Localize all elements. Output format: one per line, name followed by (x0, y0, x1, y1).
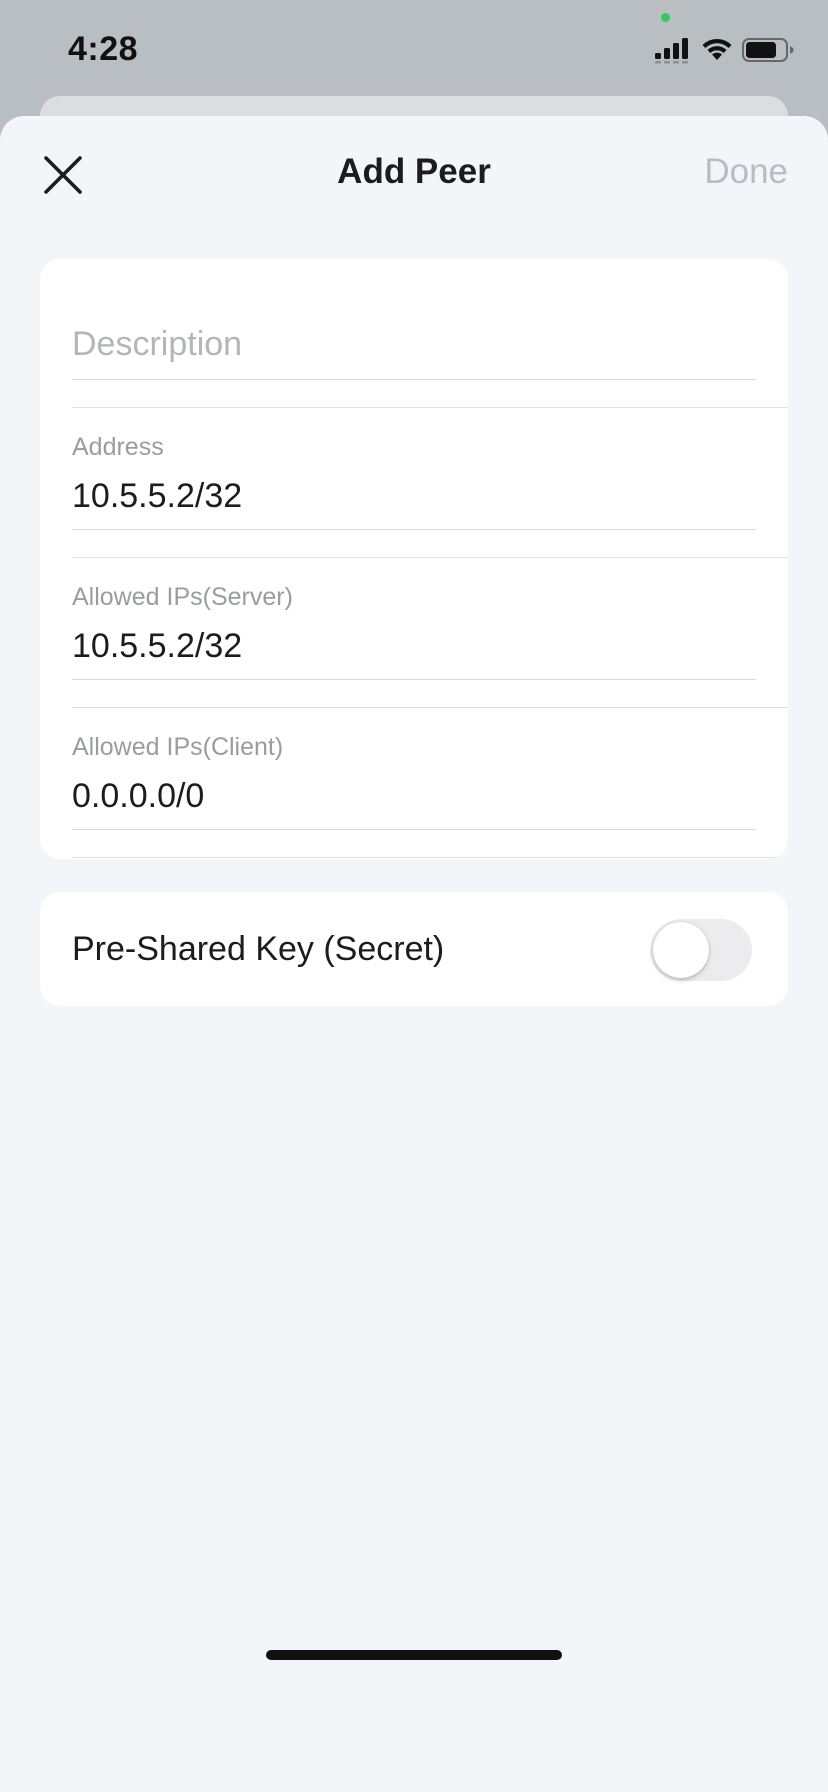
description-input[interactable] (72, 325, 756, 364)
status-bar: 4:28 (0, 0, 828, 96)
battery-icon (742, 38, 794, 62)
allowed-ips-client-underline (72, 829, 756, 830)
row-separator (72, 707, 788, 708)
description-underline (72, 379, 756, 380)
home-indicator[interactable] (266, 1650, 562, 1660)
pre-shared-key-label: Pre-Shared Key (Secret) (72, 930, 445, 968)
navigation-bar: Add Peer Done (0, 116, 828, 228)
pre-shared-key-card: Pre-Shared Key (Secret) (40, 892, 788, 1006)
done-button[interactable]: Done (704, 152, 788, 192)
address-field-row: Address 10.5.5.2/32 (40, 409, 788, 559)
wifi-icon (702, 38, 732, 60)
address-underline (72, 529, 756, 530)
status-time: 4:28 (68, 30, 139, 68)
allowed-ips-server-underline (72, 679, 756, 680)
row-separator (72, 407, 788, 408)
row-separator (72, 857, 788, 858)
pre-shared-key-toggle[interactable] (650, 919, 752, 981)
cellular-signal-icon (655, 38, 688, 64)
allowed-ips-server-input[interactable]: 10.5.5.2/32 (72, 627, 242, 666)
allowed-ips-server-label: Allowed IPs(Server) (72, 583, 293, 611)
toggle-knob (653, 922, 709, 978)
address-label: Address (72, 433, 164, 461)
allowed-ips-client-input[interactable]: 0.0.0.0/0 (72, 777, 204, 816)
allowed-ips-server-field-row: Allowed IPs(Server) 10.5.5.2/32 (40, 559, 788, 709)
row-separator (72, 557, 788, 558)
privacy-indicator-dot (661, 13, 670, 22)
allowed-ips-client-label: Allowed IPs(Client) (72, 733, 284, 761)
screen: 4:28 Add Peer Done Description Address 1… (0, 0, 828, 1792)
allowed-ips-client-field-row: Allowed IPs(Client) 0.0.0.0/0 (40, 709, 788, 859)
address-input[interactable]: 10.5.5.2/32 (72, 477, 242, 516)
description-field-row (40, 259, 788, 409)
peer-fields-card: Address 10.5.5.2/32 Allowed IPs(Server) … (40, 259, 788, 859)
add-peer-sheet: Add Peer Done Address 10.5.5.2/32 Allowe… (0, 116, 828, 1792)
